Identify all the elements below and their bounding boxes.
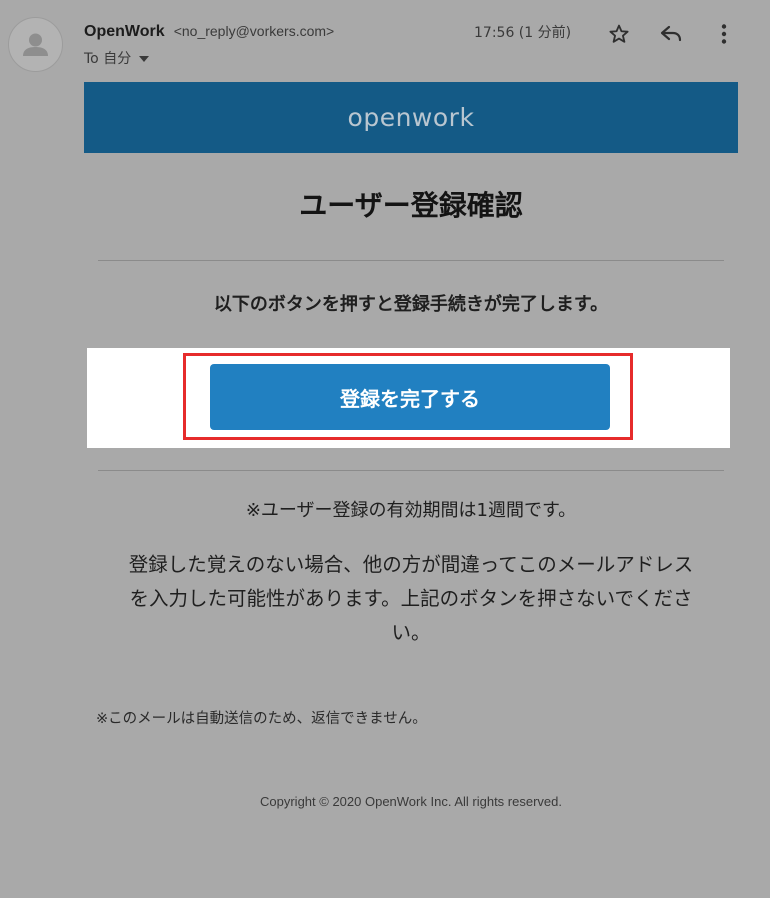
more-options-button[interactable]: [710, 20, 738, 48]
sender-line: OpenWork <no_reply@vorkers.com>: [84, 21, 334, 41]
sender-email: <no_reply@vorkers.com>: [173, 23, 335, 39]
sender-name[interactable]: OpenWork: [84, 23, 165, 40]
more-vertical-icon: [721, 24, 727, 44]
divider: [98, 470, 724, 471]
notice-line: 登録した覚えのない場合、他の方が間違ってこのメールアドレス: [128, 553, 694, 576]
complete-registration-button[interactable]: 登録を完了する: [210, 364, 610, 430]
star-icon: [609, 24, 629, 43]
reply-icon: [660, 25, 682, 42]
divider: [98, 260, 724, 261]
star-button[interactable]: [605, 20, 633, 48]
recipient-label: To 自分: [84, 51, 132, 67]
copyright-text: Copyright © 2020 OpenWork Inc. All right…: [260, 794, 562, 809]
validity-note: ※ユーザー登録の有効期間は1週間です。: [245, 500, 577, 521]
email-banner: openwork: [84, 82, 738, 153]
caret-down-icon: [139, 56, 150, 62]
email-title: ユーザー登録確認: [299, 189, 523, 222]
sender-avatar[interactable]: [8, 17, 63, 72]
notice-line: を入力した可能性があります。上記のボタンを押さないでくださ: [129, 587, 693, 610]
person-icon: [23, 33, 48, 56]
instruction-text: 以下のボタンを押すと登録手続きが完了します。: [213, 294, 609, 315]
warning-notice: 登録した覚えのない場合、他の方が間違ってこのメールアドレス を入力した可能性があ…: [98, 548, 724, 650]
openwork-logo: openwork: [347, 103, 475, 132]
reply-button[interactable]: [657, 20, 685, 48]
auto-reply-note: ※このメールは自動送信のため、返信できません。: [96, 711, 427, 727]
notice-line: い。: [391, 621, 431, 644]
recipient-toggle[interactable]: To 自分: [84, 48, 150, 68]
timestamp: 17:56 (1 分前): [474, 25, 572, 41]
